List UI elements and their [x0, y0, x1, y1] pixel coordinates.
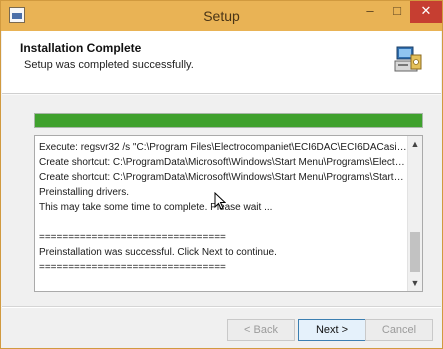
log-scrollbar[interactable]: ▲ ▼ [407, 136, 422, 291]
log-line: ================================ [39, 262, 226, 273]
maximize-button[interactable]: □ [384, 1, 410, 23]
log-line: Preinstallation was successful. Click Ne… [39, 247, 277, 258]
log-line: Execute: regsvr32 /s "C:\Program Files\E… [39, 142, 407, 153]
wizard-header: Installation Complete Setup was complete… [2, 31, 441, 94]
log-line: Create shortcut: C:\ProgramData\Microsof… [39, 157, 407, 168]
page-subtitle: Setup was completed successfully. [24, 59, 194, 71]
minimize-button[interactable]: ‒ [356, 1, 384, 23]
header-divider [2, 94, 441, 95]
page-title: Installation Complete [20, 41, 142, 55]
scrollbar-thumb[interactable] [410, 232, 420, 272]
log-line: Create shortcut: C:\ProgramData\Microsof… [39, 172, 407, 183]
scroll-up-icon[interactable]: ▲ [408, 137, 422, 151]
install-progress-bar [34, 113, 423, 128]
scroll-down-icon[interactable]: ▼ [408, 276, 422, 290]
cancel-button[interactable]: Cancel [365, 319, 433, 341]
close-button[interactable]: ✕ [410, 1, 442, 23]
install-log[interactable]: Execute: regsvr32 /s "C:\Program Files\E… [34, 135, 423, 292]
next-button[interactable]: Next > [298, 319, 366, 341]
installer-computer-icon [394, 46, 422, 72]
setup-window: Setup ‒ □ ✕ Installation Complete Setup … [0, 0, 443, 349]
footer-divider-highlight [2, 307, 441, 308]
back-button[interactable]: < Back [227, 319, 295, 341]
progress-fill [35, 114, 422, 127]
log-line: ================================ [39, 232, 226, 243]
mouse-cursor-icon [214, 192, 226, 210]
title-bar[interactable]: Setup ‒ □ ✕ [1, 1, 442, 31]
